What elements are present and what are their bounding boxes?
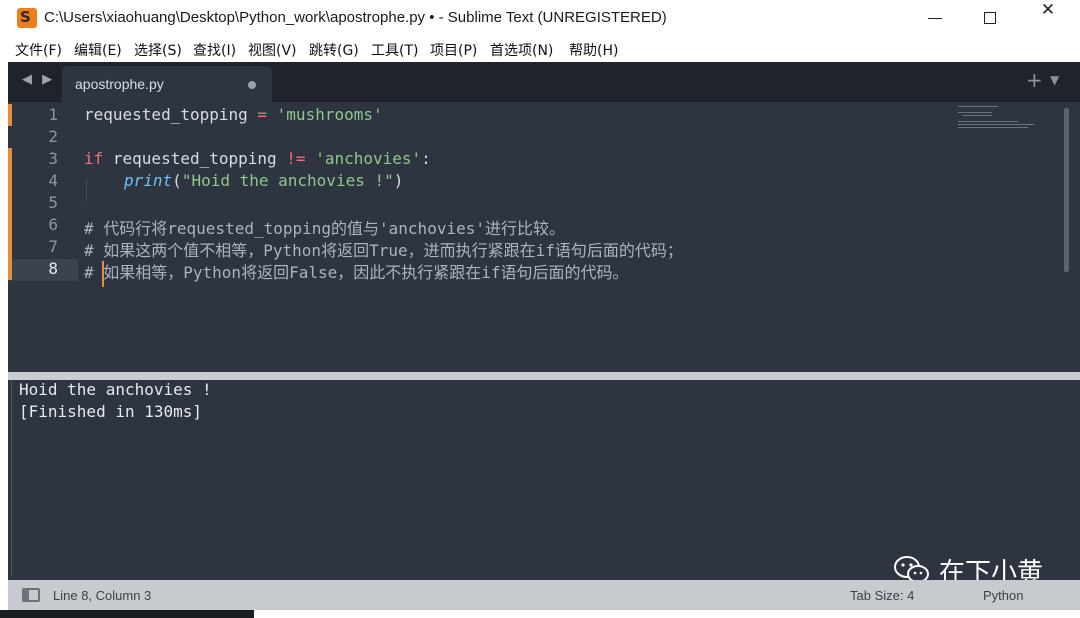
taskbar-strip bbox=[0, 610, 1080, 618]
menu-select[interactable]: 选择(S) bbox=[134, 40, 182, 60]
menu-goto[interactable]: 跳转(G) bbox=[309, 40, 359, 60]
tab-apostrophe[interactable]: apostrophe.py bbox=[62, 66, 272, 102]
code-token: "Hoid the anchovies !" bbox=[181, 171, 394, 190]
code-line-8[interactable]: # 如果相等，Python将返回False，因此不执行紧跟在if语句后面的代码。 bbox=[84, 259, 629, 283]
tab-size-selector[interactable]: Tab Size: 4 bbox=[850, 588, 914, 603]
tab-label: apostrophe.py bbox=[75, 76, 164, 92]
line-number: 6 bbox=[48, 215, 58, 234]
code-token: ( bbox=[172, 171, 182, 190]
new-tab-button[interactable]: + bbox=[1026, 68, 1043, 92]
code-line-7[interactable]: # 如果这两个值不相等，Python将返回True，进而执行紧跟在if语句后面的… bbox=[84, 237, 683, 261]
minimap[interactable] bbox=[958, 104, 1038, 134]
code-line-1[interactable]: requested_topping = 'mushrooms' bbox=[84, 105, 383, 124]
minimap-line bbox=[958, 121, 1018, 122]
minimap-line bbox=[958, 106, 998, 107]
output-line: [Finished in 130ms] bbox=[19, 402, 203, 421]
tab-nav-arrows[interactable]: ◀ ▶ bbox=[22, 72, 55, 87]
maximize-button[interactable] bbox=[963, 0, 1019, 36]
sublime-app-icon: S bbox=[17, 8, 37, 28]
menu-preferences[interactable]: 首选项(N) bbox=[490, 40, 553, 60]
menu-help[interactable]: 帮助(H) bbox=[569, 40, 618, 60]
line-number-current: 8 bbox=[48, 259, 58, 278]
line-number: 5 bbox=[48, 193, 58, 212]
code-line-3[interactable]: if requested_topping != 'anchovies': bbox=[84, 149, 431, 168]
cursor-position: Line 8, Column 3 bbox=[53, 588, 152, 603]
code-token: = bbox=[257, 105, 268, 124]
code-line-6[interactable]: # 代码行将requested_topping的值与'anchovies'进行比… bbox=[84, 215, 565, 239]
syntax-selector[interactable]: Python bbox=[983, 588, 1023, 603]
code-token: ) bbox=[393, 171, 404, 190]
line-number: 2 bbox=[48, 127, 58, 146]
code-token: != bbox=[286, 149, 306, 168]
minimap-line bbox=[958, 127, 1028, 128]
code-token: 'mushrooms' bbox=[267, 105, 383, 124]
line-number: 4 bbox=[48, 171, 58, 190]
code-line-4[interactable]: print("Hoid the anchovies !") bbox=[124, 171, 403, 190]
window-title: C:\Users\xiaohuang\Desktop\Python_work\a… bbox=[44, 9, 667, 26]
line-number: 7 bbox=[48, 237, 58, 256]
sidebar-toggle-icon[interactable] bbox=[22, 588, 40, 602]
code-token: if bbox=[84, 149, 104, 168]
code-token: 'anchovies' bbox=[305, 149, 422, 168]
output-line: Hoid the anchovies ! bbox=[19, 380, 212, 399]
code-token: print bbox=[124, 171, 173, 190]
minimize-button[interactable] bbox=[907, 0, 963, 36]
menu-file[interactable]: 文件(F) bbox=[15, 40, 62, 60]
close-button[interactable]: ✕ bbox=[1020, 0, 1076, 36]
line-number: 1 bbox=[48, 105, 58, 124]
code-token: requested_topping bbox=[103, 149, 287, 168]
menu-tools[interactable]: 工具(T) bbox=[371, 40, 418, 60]
maximize-icon bbox=[984, 12, 996, 24]
build-output-panel[interactable]: Hoid the anchovies ! [Finished in 130ms] bbox=[11, 380, 1074, 576]
code-token: requested_topping bbox=[84, 105, 258, 124]
unsaved-dot-icon[interactable] bbox=[248, 81, 256, 89]
sidebar-toggle-pane bbox=[24, 590, 29, 600]
code-token: : bbox=[421, 149, 431, 168]
menu-project[interactable]: 项目(P) bbox=[430, 40, 477, 60]
menu-edit[interactable]: 编辑(E) bbox=[74, 40, 122, 60]
minimap-line bbox=[958, 112, 992, 113]
minimize-icon bbox=[928, 18, 942, 19]
menu-view[interactable]: 视图(V) bbox=[248, 40, 297, 60]
tab-dropdown-button[interactable]: ▼ bbox=[1050, 73, 1059, 87]
status-bar: Line 8, Column 3 Tab Size: 4 Python bbox=[8, 580, 1080, 610]
indent-guide bbox=[86, 180, 87, 202]
menu-find[interactable]: 查找(I) bbox=[193, 40, 236, 60]
title-bar: S C:\Users\xiaohuang\Desktop\Python_work… bbox=[0, 0, 1080, 36]
text-caret bbox=[102, 261, 104, 287]
line-number: 3 bbox=[48, 149, 58, 168]
panel-splitter[interactable] bbox=[8, 372, 1080, 380]
tab-bar: ◀ ▶ apostrophe.py + ▼ bbox=[8, 62, 1080, 102]
code-editor[interactable]: 1 2 3 4 5 6 7 8 requested_topping = 'mus… bbox=[8, 102, 1080, 372]
minimap-line bbox=[962, 115, 992, 116]
menu-bar: 文件(F) 编辑(E) 选择(S) 查找(I) 视图(V) 跳转(G) 工具(T… bbox=[0, 36, 1080, 62]
taskbar-segment bbox=[0, 610, 254, 618]
app-icon-glyph: S bbox=[20, 8, 31, 26]
minimap-line bbox=[958, 124, 1034, 125]
vertical-scrollbar[interactable] bbox=[1064, 108, 1069, 272]
